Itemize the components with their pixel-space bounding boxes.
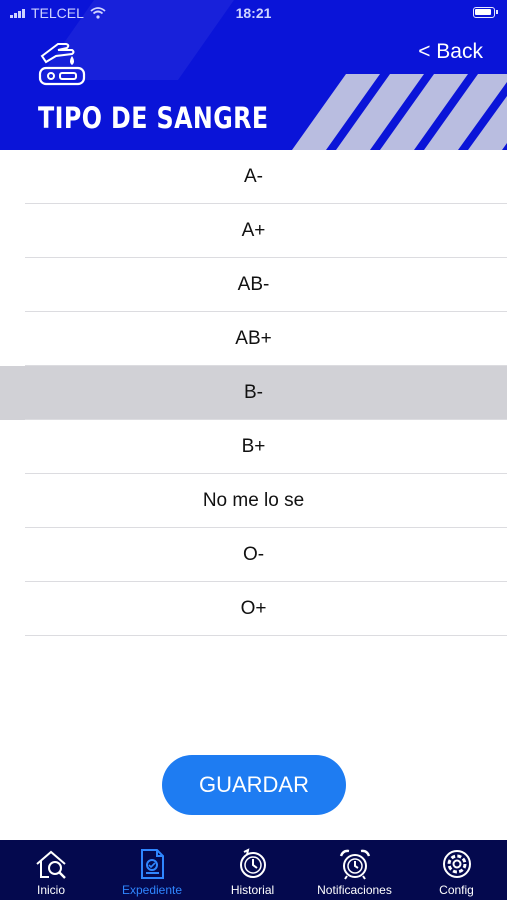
option-label: No me lo se <box>202 490 305 511</box>
option-row[interactable]: No me lo se <box>0 474 507 528</box>
option-row[interactable]: O- <box>0 528 507 582</box>
option-row[interactable]: O+ <box>0 582 507 636</box>
page-title: TIPO DE SANGRE <box>38 101 269 135</box>
tab-label: Notificaciones <box>317 883 392 897</box>
option-label: A- <box>244 166 263 187</box>
blood-test-icon <box>38 43 86 86</box>
tab-bar: Inicio Expediente Historial Notificacion… <box>0 840 507 900</box>
alarm-clock-icon <box>339 849 371 880</box>
home-search-icon <box>36 850 66 879</box>
option-label: AB- <box>237 274 270 295</box>
decorative-stripes <box>292 74 507 150</box>
option-row[interactable]: A+ <box>0 204 507 258</box>
settings-gear-icon <box>443 850 471 878</box>
option-row[interactable]: A- <box>0 150 507 204</box>
back-button[interactable]: < Back <box>418 40 483 64</box>
tab-label: Expediente <box>121 883 183 897</box>
option-label: A+ <box>241 220 266 241</box>
status-bar: TELCEL 18:21 <box>0 0 507 26</box>
tab-config[interactable]: Config <box>406 840 507 900</box>
option-row[interactable]: B+ <box>0 420 507 474</box>
tab-notificaciones[interactable]: Notificaciones <box>303 840 406 900</box>
blood-type-list: A- A+ AB- AB+ B- B+ No me lo se O- O+ <box>0 150 507 636</box>
option-label: AB+ <box>235 328 272 349</box>
option-label: B- <box>244 382 263 403</box>
save-button[interactable]: GUARDAR <box>162 755 346 815</box>
option-row[interactable]: AB- <box>0 258 507 312</box>
status-time: 18:21 <box>235 5 272 21</box>
history-clock-icon <box>240 848 266 878</box>
header-bar: TELCEL 18:21 < Back TIPO DE SANGRE <box>0 0 507 150</box>
option-label: B+ <box>241 436 266 457</box>
option-row-selected[interactable]: B- <box>0 366 507 420</box>
tab-historial[interactable]: Historial <box>202 840 303 900</box>
medical-record-icon <box>141 849 164 879</box>
option-row[interactable]: AB+ <box>0 312 507 366</box>
option-label: O+ <box>240 598 267 619</box>
tab-inicio[interactable]: Inicio <box>0 840 102 900</box>
battery-icon <box>473 7 498 18</box>
tab-label: Inicio <box>36 883 65 897</box>
tab-label: Config <box>439 883 474 897</box>
tab-label: Historial <box>230 883 275 897</box>
tab-expediente[interactable]: Expediente <box>102 840 202 900</box>
option-label: O- <box>242 544 265 565</box>
